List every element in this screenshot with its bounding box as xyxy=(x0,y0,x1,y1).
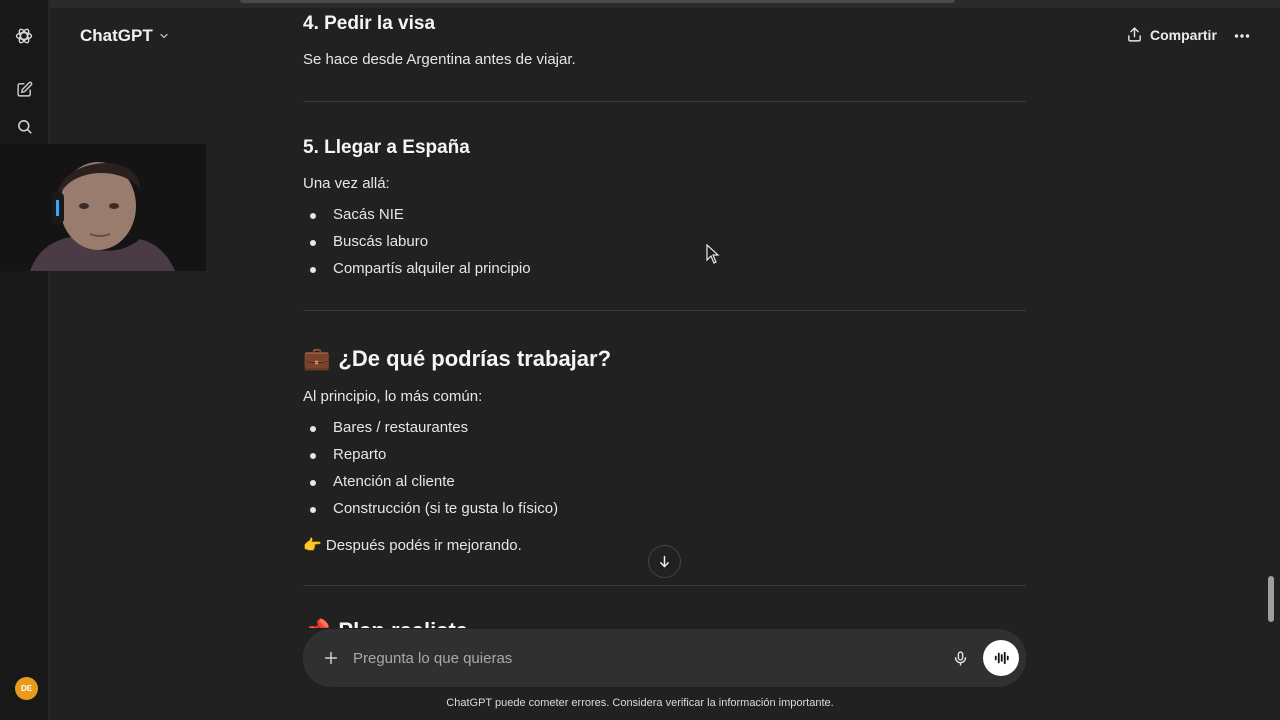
scroll-to-bottom-button[interactable] xyxy=(648,545,681,578)
list-item: Bares / restaurantes xyxy=(309,419,469,436)
new-chat-icon[interactable] xyxy=(10,75,38,103)
step4-heading: 4. Pedir la visa xyxy=(303,13,436,34)
prompt-input[interactable] xyxy=(353,648,913,668)
dictate-button[interactable] xyxy=(948,646,972,670)
share-label: Compartir xyxy=(1150,26,1217,43)
divider xyxy=(303,585,1026,586)
composer xyxy=(303,629,1026,687)
voice-mode-button[interactable] xyxy=(983,640,1019,676)
divider xyxy=(303,101,1026,102)
chat-response: 4. Pedir la visa Se hace desde Argentina… xyxy=(303,0,1026,628)
scrollbar[interactable] xyxy=(1266,60,1276,720)
ellipsis-icon xyxy=(1234,34,1250,38)
list-item: Buscás laburo xyxy=(309,233,429,250)
arrow-down-icon xyxy=(660,555,669,568)
work-title: ¿De qué podrías trabajar? xyxy=(338,346,612,371)
work-heading: 💼 ¿De qué podrías trabajar? xyxy=(303,346,611,372)
openai-logo-icon[interactable] xyxy=(10,22,38,50)
microphone-icon xyxy=(954,650,966,666)
work-intro: Al principio, lo más común: xyxy=(303,388,483,405)
share-button[interactable]: Compartir xyxy=(1126,26,1217,43)
list-item: Reparto xyxy=(309,446,387,463)
model-selector[interactable]: ChatGPT xyxy=(80,26,170,46)
note-text: 👉 Después podés ir mejorando. xyxy=(303,536,522,554)
disclaimer-text: ChatGPT puede cometer errores. Considera… xyxy=(446,697,834,709)
mouse-cursor-icon xyxy=(706,244,720,264)
step5-heading: 5. Llegar a España xyxy=(303,137,470,158)
scrollbar-thumb[interactable] xyxy=(1268,576,1274,622)
search-icon[interactable] xyxy=(10,112,38,140)
list-item: Sacás NIE xyxy=(310,206,404,223)
next-heading-partial: 📌 Plan realista xyxy=(303,618,468,628)
pushpin-icon: 📌 xyxy=(303,618,330,628)
pointing-hand-icon: 👉 xyxy=(303,537,322,554)
model-name: ChatGPT xyxy=(80,26,153,45)
add-attachment-button[interactable] xyxy=(319,646,343,670)
next-title: Plan realista xyxy=(338,618,468,628)
share-icon xyxy=(1128,27,1141,42)
list-item: Construcción (si te gusta lo físico) xyxy=(309,500,559,517)
divider xyxy=(303,310,1026,311)
waveform-icon xyxy=(994,651,1009,665)
more-options-button[interactable] xyxy=(1230,24,1254,48)
step4-text: Se hace desde Argentina antes de viajar. xyxy=(303,51,576,68)
note-label: Después podés ir mejorando. xyxy=(325,537,522,554)
list-item: Compartís alquiler al principio xyxy=(310,260,531,277)
sidebar-rail: DE xyxy=(0,0,49,720)
chevron-down-icon xyxy=(160,33,168,39)
list-item: Atención al cliente xyxy=(310,473,455,490)
plus-icon xyxy=(324,651,338,665)
webcam-overlay xyxy=(0,144,206,271)
briefcase-icon: 💼 xyxy=(303,346,331,371)
step5-intro: Una vez allá: xyxy=(303,175,390,192)
